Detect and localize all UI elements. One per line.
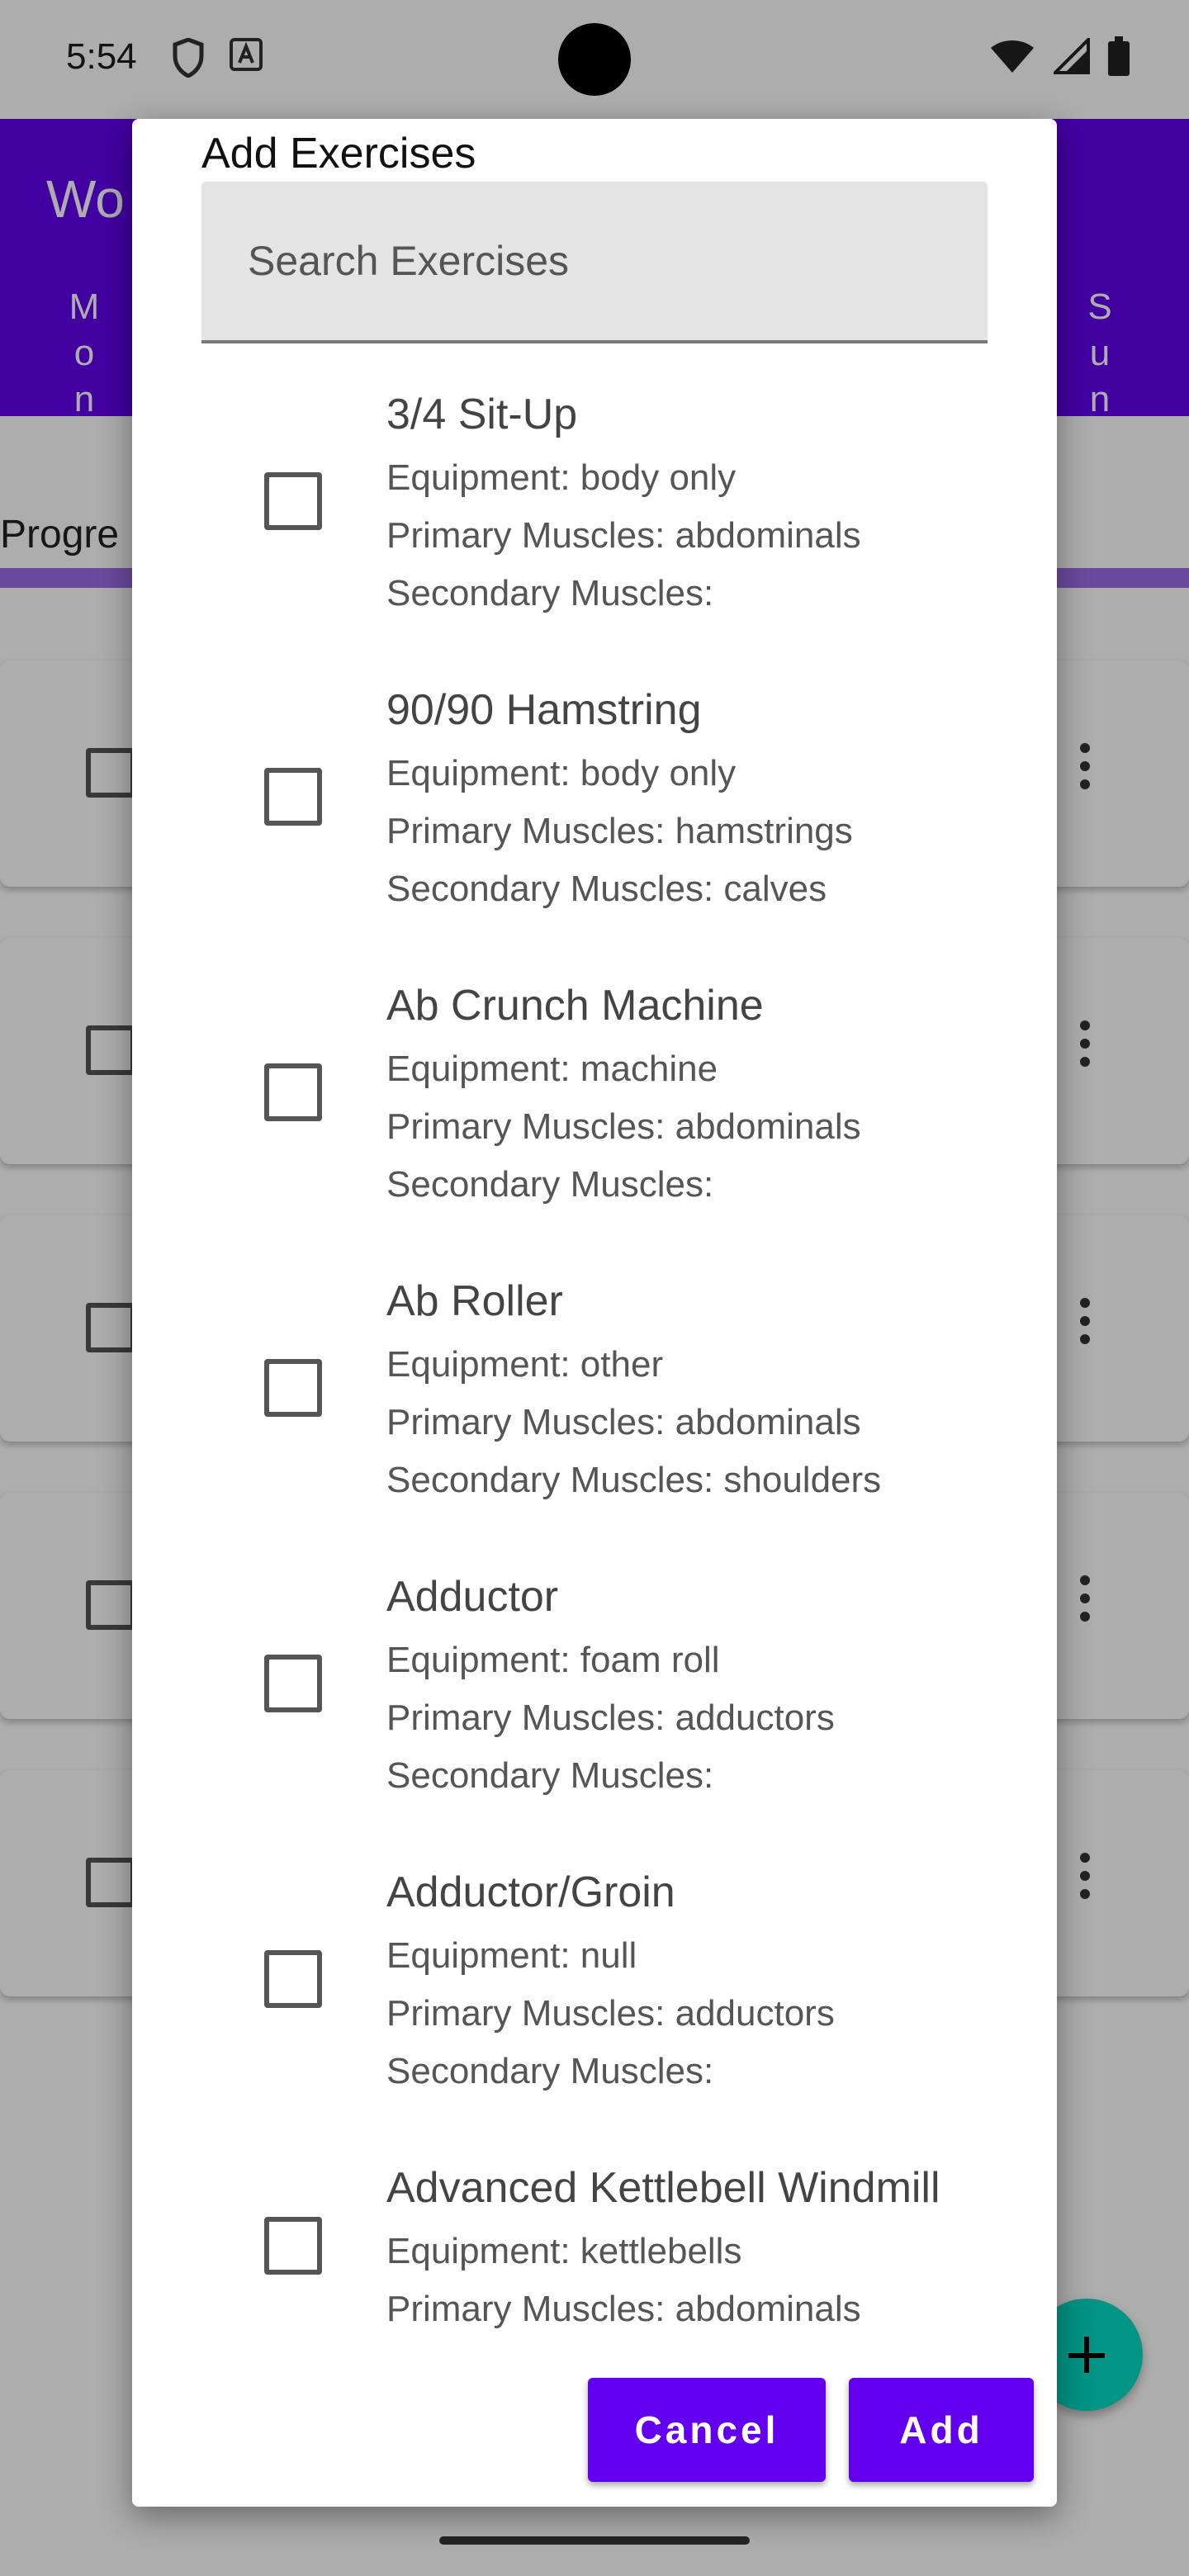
exercise-secondary-muscles: Secondary Muscles: <box>386 2051 714 2091</box>
exercise-checkbox[interactable] <box>264 1950 322 2008</box>
exercise-list[interactable]: 3/4 Sit-Up Equipment: body only Primary … <box>132 367 1057 2454</box>
exercise-primary-muscles: Primary Muscles: hamstrings <box>386 811 853 851</box>
dialog-title: Add Exercises <box>201 130 476 178</box>
exercise-equipment: Equipment: foam roll <box>386 1640 720 1680</box>
exercise-secondary-muscles: Secondary Muscles: <box>386 573 714 613</box>
dialog-actions: Cancel Add <box>132 2348 1057 2507</box>
list-item[interactable]: Ab Crunch Machine Equipment: machine Pri… <box>132 958 1057 1253</box>
exercise-secondary-muscles: Secondary Muscles: <box>386 1755 714 1796</box>
list-item[interactable]: Advanced Kettlebell Windmill Equipment: … <box>132 2140 1057 2378</box>
exercise-secondary-muscles: Secondary Muscles: <box>386 1164 714 1205</box>
exercise-primary-muscles: Primary Muscles: abdominals <box>386 515 861 556</box>
search-input[interactable] <box>201 182 988 340</box>
gesture-nav-bar[interactable] <box>439 2536 750 2545</box>
exercise-primary-muscles: Primary Muscles: adductors <box>386 1993 835 2034</box>
exercise-primary-muscles: Primary Muscles: abdominals <box>386 1106 861 1147</box>
exercise-checkbox[interactable] <box>264 472 322 530</box>
exercise-name: Ab Roller <box>386 1277 563 1325</box>
list-item[interactable]: Adductor Equipment: foam roll Primary Mu… <box>132 1549 1057 1844</box>
exercise-primary-muscles: Primary Muscles: abdominals <box>386 2289 861 2329</box>
exercise-equipment: Equipment: other <box>386 1344 664 1385</box>
list-item[interactable]: 3/4 Sit-Up Equipment: body only Primary … <box>132 367 1057 662</box>
exercise-checkbox[interactable] <box>264 768 322 826</box>
list-item[interactable]: Adductor/Groin Equipment: null Primary M… <box>132 1844 1057 2140</box>
exercise-equipment: Equipment: body only <box>386 753 737 793</box>
search-field[interactable] <box>201 182 988 343</box>
exercise-checkbox[interactable] <box>264 1359 322 1417</box>
exercise-equipment: Equipment: body only <box>386 457 737 498</box>
add-button[interactable]: Add <box>849 2378 1034 2482</box>
list-item[interactable]: Ab Roller Equipment: other Primary Muscl… <box>132 1253 1057 1549</box>
exercise-checkbox[interactable] <box>264 1655 322 1712</box>
exercise-primary-muscles: Primary Muscles: abdominals <box>386 1402 861 1442</box>
exercise-checkbox[interactable] <box>264 2217 322 2275</box>
exercise-name: 3/4 Sit-Up <box>386 391 578 438</box>
exercise-name: Ab Crunch Machine <box>386 982 764 1030</box>
cancel-button[interactable]: Cancel <box>588 2378 826 2482</box>
exercise-equipment: Equipment: null <box>386 1935 637 1976</box>
list-item[interactable]: 90/90 Hamstring Equipment: body only Pri… <box>132 662 1057 958</box>
exercise-equipment: Equipment: kettlebells <box>386 2231 742 2271</box>
exercise-secondary-muscles: Secondary Muscles: calves <box>386 869 827 909</box>
exercise-name: Advanced Kettlebell Windmill <box>386 2164 940 2212</box>
exercise-name: Adductor/Groin <box>386 1868 675 1916</box>
exercise-secondary-muscles: Secondary Muscles: shoulders <box>386 1460 882 1500</box>
add-exercises-dialog: Add Exercises 3/4 Sit-Up Equipment: body… <box>132 119 1057 2507</box>
exercise-name: 90/90 Hamstring <box>386 686 702 734</box>
exercise-primary-muscles: Primary Muscles: adductors <box>386 1698 835 1738</box>
exercise-equipment: Equipment: machine <box>386 1049 718 1089</box>
exercise-checkbox[interactable] <box>264 1063 322 1121</box>
exercise-name: Adductor <box>386 1573 559 1621</box>
